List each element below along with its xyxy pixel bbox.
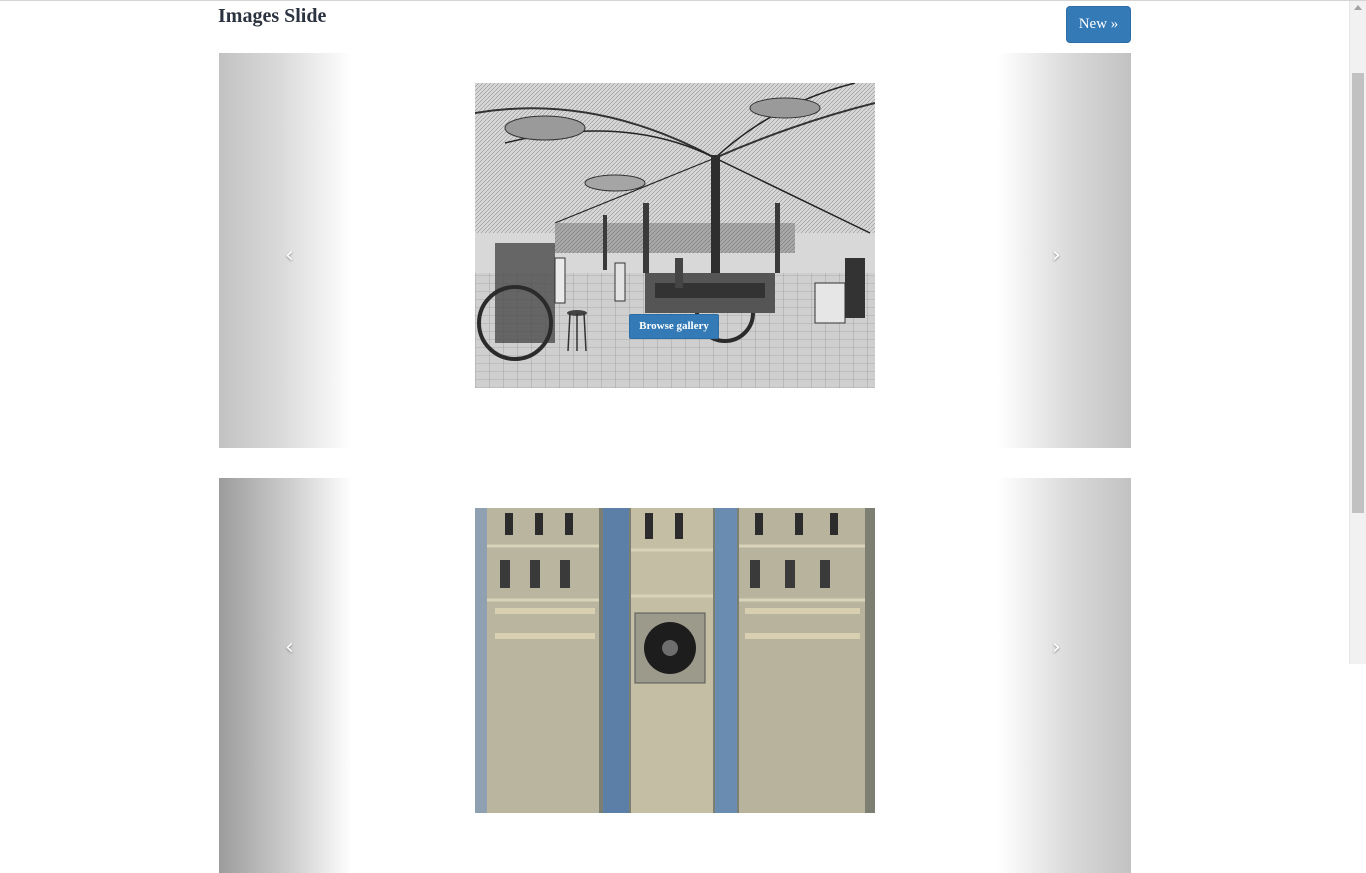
- carousel-next-control[interactable]: [998, 53, 1131, 448]
- scrollbar-thumb[interactable]: [1352, 73, 1364, 513]
- image-carousel: ‹ ›: [219, 478, 1131, 873]
- chevron-right-icon[interactable]: ›: [1052, 635, 1061, 660]
- slide-image-equipment-racks: [475, 508, 875, 813]
- chevron-right-icon[interactable]: ›: [1052, 243, 1061, 268]
- chevron-left-icon[interactable]: ‹: [285, 243, 294, 268]
- carousel-prev-control[interactable]: [219, 478, 352, 873]
- scroll-up-icon[interactable]: [1354, 5, 1362, 10]
- browse-gallery-button[interactable]: Browse gallery: [629, 314, 719, 339]
- chevron-left-icon[interactable]: ‹: [285, 635, 294, 660]
- page-title: Images Slide: [218, 5, 327, 27]
- slide-image-factory: [475, 83, 875, 388]
- image-carousel: ‹ ›: [219, 53, 1131, 448]
- vertical-scrollbar[interactable]: [1349, 1, 1366, 664]
- new-button[interactable]: New »: [1066, 6, 1131, 43]
- carousel-next-control[interactable]: [998, 478, 1131, 873]
